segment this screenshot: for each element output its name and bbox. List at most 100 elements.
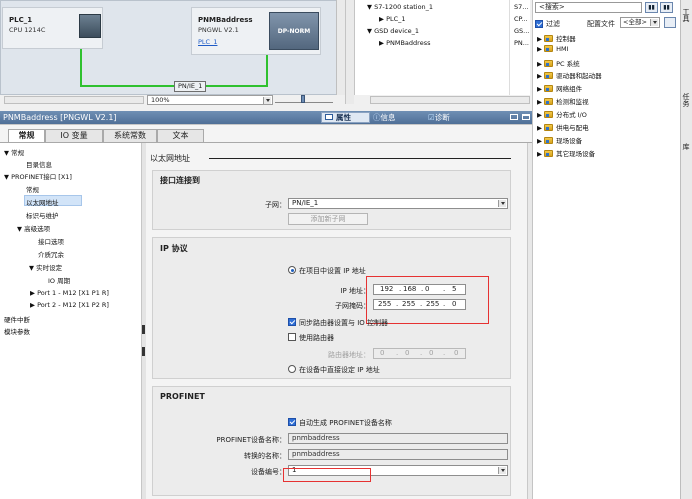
router-octet-1: 0: [380, 349, 385, 357]
nav-item-module-params[interactable]: 模块参数: [4, 326, 30, 336]
zoom-select[interactable]: 100%: [147, 95, 273, 105]
network-view[interactable]: PLC_1 CPU 1214C PNMBaddress PNGWL V2.1 P…: [0, 0, 345, 95]
chevron-down-icon: [650, 19, 658, 26]
properties-icon: [325, 114, 333, 120]
expand-handle[interactable]: [142, 347, 145, 356]
use-router-label: 使用路由器: [299, 334, 334, 342]
highlight-box-ip: [366, 276, 489, 324]
catalog-item-detect[interactable]: ▶ 检测和监视: [537, 96, 589, 106]
subnet-value: PN/IE_1: [292, 199, 319, 207]
catalog-item-drives[interactable]: ▶ 驱动器和起动器: [537, 70, 602, 80]
pnm-device-box[interactable]: PNMBaddress PNGWL V2.1 PLC_1 DP-NORM: [191, 7, 321, 55]
catalog-item-other-field[interactable]: ▶ 其它现场设备: [537, 148, 595, 158]
nav-item-port2[interactable]: ▶ Port 2 - M12 [X1 P2 R]: [30, 301, 109, 309]
catalog-item-hmi[interactable]: ▶ HMI: [537, 45, 569, 53]
nav-item-ethernet-address[interactable]: 以太网地址: [26, 197, 59, 207]
set-ip-in-project-radio[interactable]: [288, 266, 296, 274]
router-octet-3: 0: [429, 349, 434, 357]
set-ip-in-project-label: 在项目中设置 IP 地址: [299, 267, 366, 275]
chevron-down-icon: [263, 97, 271, 104]
catalog-search-input[interactable]: <搜索>: [535, 2, 642, 13]
plc-type: CPU 1214C: [9, 26, 46, 34]
tab-info[interactable]: ⓘ信息: [373, 112, 396, 123]
section-title: 以太网地址: [150, 154, 190, 163]
pnm-type: PNGWL V2.1: [198, 26, 239, 34]
nav-item-port1[interactable]: ▶ Port 1 - M12 [X1 P1 R]: [30, 289, 109, 297]
highlight-box-devnum: [283, 468, 371, 482]
zoom-slider-thumb[interactable]: [301, 95, 305, 103]
tree-col-1: CP...: [514, 15, 528, 23]
pnm-link[interactable]: PLC_1: [198, 38, 217, 46]
catalog-item-pc[interactable]: ▶ PC 系统: [537, 58, 580, 68]
minimize-icon[interactable]: [510, 114, 518, 120]
tree-col-3: PN...: [514, 39, 529, 47]
tab-general[interactable]: 常规: [8, 129, 45, 142]
nav-splitter[interactable]: [142, 143, 146, 499]
set-ip-on-device-radio[interactable]: [288, 365, 296, 373]
nav-item-io-cycle[interactable]: IO 周期: [48, 275, 70, 285]
subnet-label: 子网：: [265, 201, 286, 209]
catalog-item-power[interactable]: ▶ 供电与配电: [537, 122, 589, 132]
nav-item-media-redundancy[interactable]: 介质冗余: [38, 249, 64, 259]
maximize-icon[interactable]: [522, 114, 530, 120]
nav-item-general[interactable]: ▼ 常规: [4, 147, 24, 157]
add-subnet-button[interactable]: 添加新子网: [288, 213, 368, 225]
catalog-settings-icon[interactable]: [664, 17, 676, 28]
tree-row-plc[interactable]: ▶ PLC_1: [379, 15, 406, 23]
pnm-module-tag: DP-NORM: [269, 12, 319, 50]
chevron-down-icon: [498, 200, 506, 207]
bus-drop-pnm: [266, 55, 268, 85]
network-hscroll[interactable]: [4, 96, 144, 104]
tree-row-station[interactable]: ▼ S7-1200 station_1: [367, 3, 433, 11]
tree-row-gsd[interactable]: ▼ GSD device_1: [367, 27, 419, 35]
auto-name-checkbox[interactable]: [288, 418, 296, 426]
bus-label[interactable]: PN/IE_1: [174, 81, 207, 92]
task-card-bar: [680, 0, 692, 499]
search-up-icon[interactable]: ▮▮: [660, 2, 673, 13]
nav-item-iface-options[interactable]: 接口选项: [38, 236, 64, 246]
converted-name-field[interactable]: pnmbaddress: [288, 449, 508, 460]
filter-label: 过滤: [546, 20, 560, 28]
sync-router-label: 同步路由器设置与 IO 控制器: [299, 319, 389, 327]
sync-router-checkbox[interactable]: [288, 318, 296, 326]
inspector-titlebar: PNMBaddress [PNGWL V2.1] 属性 ⓘ信息 ☑诊断: [0, 111, 535, 124]
tab-io-tags[interactable]: IO 变量: [45, 129, 103, 142]
catalog-item-distributed-io[interactable]: ▶ 分布式 I/O: [537, 109, 587, 119]
nav-item-hw-interrupt[interactable]: 硬件中断: [4, 314, 30, 324]
nav-item-catalog-info[interactable]: 目录信息: [26, 159, 52, 169]
nav-item-identification[interactable]: 标识与维护: [26, 210, 59, 220]
filter-checkbox[interactable]: [535, 20, 543, 28]
catalog-item-controllers[interactable]: ▶ 控制器: [537, 33, 576, 43]
device-name-field[interactable]: pnmbaddress: [288, 433, 508, 444]
nav-item-advanced[interactable]: ▼ 高级选项: [17, 223, 50, 233]
tab-system-constants[interactable]: 系统常数: [103, 129, 157, 142]
side-tab-tools[interactable]: 工具: [681, 8, 691, 68]
catalog-item-network[interactable]: ▶ 网络组件: [537, 83, 582, 93]
router-address-label: 路由器地址：: [328, 351, 370, 359]
nav-item-realtime[interactable]: ▼ 实时设定: [29, 262, 62, 272]
tree-row-pnm[interactable]: ▶ PNMBaddress: [379, 39, 430, 47]
network-vscroll[interactable]: [336, 0, 345, 95]
subnet-mask-label: 子网掩码：: [335, 302, 370, 310]
use-router-checkbox[interactable]: [288, 333, 296, 341]
subnet-select[interactable]: PN/IE_1: [288, 198, 508, 209]
side-tab-library[interactable]: 库: [681, 143, 691, 173]
tree-hscroll[interactable]: [370, 96, 530, 104]
plc-device-box[interactable]: PLC_1 CPU 1214C: [2, 7, 103, 49]
tab-diagnostics[interactable]: ☑诊断: [428, 112, 450, 123]
split-handle[interactable]: [345, 0, 354, 104]
search-down-icon[interactable]: ▮▮: [645, 2, 658, 13]
side-tab-tasks[interactable]: 任务: [681, 93, 691, 123]
router-address-field[interactable]: 0 . 0 . 0 . 0: [373, 348, 466, 359]
profile-select[interactable]: <全部>: [620, 17, 660, 28]
nav-item-iface-general[interactable]: 常规: [26, 184, 39, 194]
properties-label: 属性: [336, 113, 351, 122]
zoom-slider[interactable]: [275, 95, 333, 103]
tab-texts[interactable]: 文本: [157, 129, 204, 142]
catalog-item-field[interactable]: ▶ 现场设备: [537, 135, 582, 145]
chevron-down-icon: [498, 467, 506, 474]
section-rule: [209, 158, 511, 159]
collapse-handle[interactable]: [142, 325, 145, 334]
inspector-title: PNMBaddress [PNGWL V2.1]: [3, 113, 117, 122]
nav-item-profinet-iface[interactable]: ▼ PROFINET接口 [X1]: [4, 171, 72, 181]
